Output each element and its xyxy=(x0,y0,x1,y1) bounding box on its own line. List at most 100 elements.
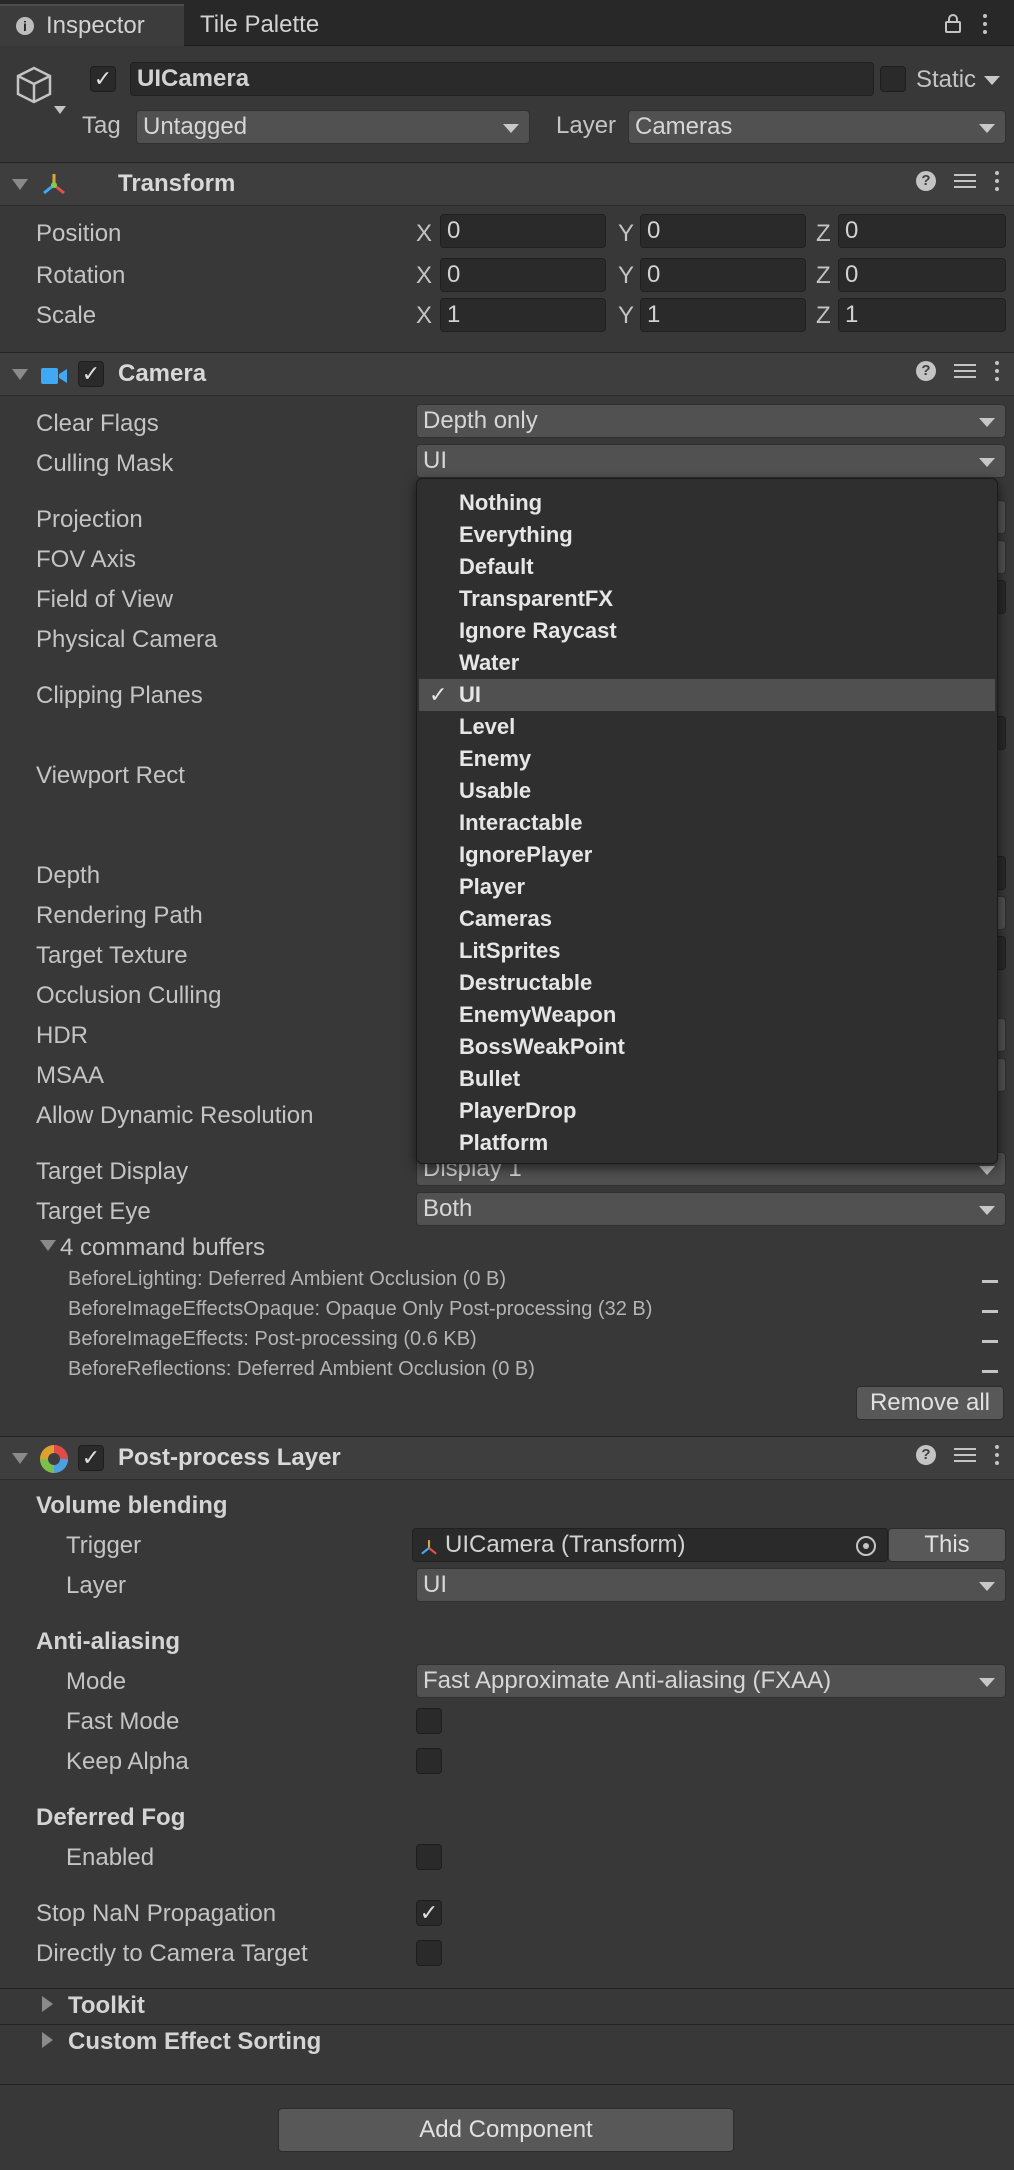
axis-z-label: Z xyxy=(816,262,831,289)
static-label[interactable]: Static xyxy=(916,66,976,94)
help-icon[interactable]: ? xyxy=(916,1445,936,1465)
postprocess-header[interactable]: ✓ Post-process Layer ? xyxy=(0,1436,1014,1480)
remove-all-button[interactable]: Remove all xyxy=(856,1386,1004,1420)
tab-inspector-label: Inspector xyxy=(46,12,145,39)
menu-item-default[interactable]: Default xyxy=(419,551,995,583)
menu-item-bullet[interactable]: Bullet xyxy=(419,1063,995,1095)
culling-mask-value: UI xyxy=(423,447,447,474)
custom-effect-sorting-heading[interactable]: Custom Effect Sorting xyxy=(68,2028,321,2056)
tab-inspector[interactable]: i Inspector xyxy=(0,4,184,46)
trigger-object-field[interactable]: UICamera (Transform) xyxy=(412,1528,888,1562)
command-buffers-title[interactable]: 4 command buffers xyxy=(60,1234,265,1262)
layer-dropdown[interactable]: Cameras xyxy=(628,110,1006,144)
info-icon: i xyxy=(16,17,34,35)
presets-icon[interactable] xyxy=(954,1445,976,1465)
position-z-field[interactable]: 0 xyxy=(838,214,1006,248)
remove-buffer-icon[interactable] xyxy=(982,1370,998,1373)
foldout-icon[interactable] xyxy=(12,179,28,190)
rotation-x-field[interactable]: 0 xyxy=(440,258,606,292)
presets-icon[interactable] xyxy=(954,171,976,191)
help-icon[interactable]: ? xyxy=(916,171,936,191)
clear-flags-dropdown[interactable]: Depth only xyxy=(416,404,1006,438)
static-checkbox[interactable] xyxy=(880,66,906,92)
help-icon[interactable]: ? xyxy=(916,361,936,381)
toolkit-heading[interactable]: Toolkit xyxy=(68,1992,145,2020)
transform-icon xyxy=(40,171,68,206)
menu-item-interactable[interactable]: Interactable xyxy=(419,807,995,839)
object-name-field[interactable]: UICamera xyxy=(130,62,874,96)
component-menu-icon[interactable] xyxy=(994,1445,1000,1465)
menu-item-cameras[interactable]: Cameras xyxy=(419,903,995,935)
lock-icon[interactable] xyxy=(944,12,962,33)
menu-item-destructable[interactable]: Destructable xyxy=(419,967,995,999)
tag-dropdown[interactable]: Untagged xyxy=(136,110,530,144)
menu-item-playerdrop[interactable]: PlayerDrop xyxy=(419,1095,995,1127)
scale-x-field[interactable]: 1 xyxy=(440,298,606,332)
menu-item-platform[interactable]: Platform xyxy=(419,1127,995,1159)
anti-aliasing-heading: Anti-aliasing xyxy=(36,1628,181,1655)
menu-item-level[interactable]: Level xyxy=(419,711,995,743)
directly-to-camera-checkbox[interactable] xyxy=(416,1940,442,1966)
rotation-y-field[interactable]: 0 xyxy=(640,258,806,292)
menu-item-nothing[interactable]: Nothing xyxy=(419,487,995,519)
menu-item-bossweakpoint[interactable]: BossWeakPoint xyxy=(419,1031,995,1063)
remove-buffer-icon[interactable] xyxy=(982,1340,998,1343)
remove-buffer-icon[interactable] xyxy=(982,1280,998,1283)
menu-item-transparentfx[interactable]: TransparentFX xyxy=(419,583,995,615)
tag-label: Tag xyxy=(82,112,121,139)
presets-icon[interactable] xyxy=(954,361,976,381)
tab-menu-icon[interactable] xyxy=(982,14,988,34)
menu-item-ui[interactable]: ✓ UI xyxy=(419,679,995,711)
menu-item-enemy[interactable]: Enemy xyxy=(419,743,995,775)
rendering-path-label: Rendering Path xyxy=(36,902,203,929)
toolkit-foldout-icon[interactable] xyxy=(42,1996,53,2012)
camera-header[interactable]: ✓ Camera ? xyxy=(0,352,1014,396)
foldout-icon[interactable] xyxy=(12,1453,28,1464)
this-button[interactable]: This xyxy=(888,1528,1006,1562)
active-checkbox[interactable]: ✓ xyxy=(90,66,116,92)
command-buffers-foldout-icon[interactable] xyxy=(40,1240,56,1251)
divider xyxy=(0,2024,1014,2025)
position-x-field[interactable]: 0 xyxy=(440,214,606,248)
stop-nan-checkbox[interactable]: ✓ xyxy=(416,1900,442,1926)
foldout-icon[interactable] xyxy=(12,369,28,380)
fog-enabled-checkbox[interactable] xyxy=(416,1844,442,1870)
menu-item-litsprites[interactable]: LitSprites xyxy=(419,935,995,967)
menu-item-everything[interactable]: Everything xyxy=(419,519,995,551)
axis-y-label: Y xyxy=(618,220,635,247)
tab-tile-palette[interactable]: Tile Palette xyxy=(200,4,319,46)
pp-layer-dropdown[interactable]: UI xyxy=(416,1568,1006,1602)
trigger-label: Trigger xyxy=(66,1532,142,1559)
menu-item-ignore-raycast[interactable]: Ignore Raycast xyxy=(419,615,995,647)
command-buffer-item: BeforeImageEffectsOpaque: Opaque Only Po… xyxy=(68,1298,653,1320)
fast-mode-checkbox[interactable] xyxy=(416,1708,442,1734)
scale-z-field[interactable]: 1 xyxy=(838,298,1006,332)
scale-label: Scale xyxy=(36,302,97,329)
remove-buffer-icon[interactable] xyxy=(982,1310,998,1313)
add-component-button[interactable]: Add Component xyxy=(278,2108,734,2152)
component-menu-icon[interactable] xyxy=(994,171,1000,191)
menu-item-water[interactable]: Water xyxy=(419,647,995,679)
keep-alpha-checkbox[interactable] xyxy=(416,1748,442,1774)
transform-header[interactable]: Transform ? xyxy=(0,162,1014,206)
menu-item-usable[interactable]: Usable xyxy=(419,775,995,807)
menu-item-enemyweapon[interactable]: EnemyWeapon xyxy=(419,999,995,1031)
position-y-field[interactable]: 0 xyxy=(640,214,806,248)
target-eye-dropdown[interactable]: Both xyxy=(416,1192,1006,1226)
trigger-value: UICamera (Transform) xyxy=(445,1531,686,1558)
object-picker-icon[interactable] xyxy=(856,1536,876,1556)
postprocess-icon xyxy=(38,1443,70,1482)
scale-y-field[interactable]: 1 xyxy=(640,298,806,332)
aa-mode-dropdown[interactable]: Fast Approximate Anti-aliasing (FXAA) xyxy=(416,1664,1006,1698)
culling-mask-dropdown[interactable]: UI xyxy=(416,444,1006,478)
menu-item-player[interactable]: Player xyxy=(419,871,995,903)
menu-item-ignoreplayer[interactable]: IgnorePlayer xyxy=(419,839,995,871)
transform-icon xyxy=(419,1535,439,1561)
static-dropdown-icon[interactable] xyxy=(984,76,1000,85)
camera-enabled-checkbox[interactable]: ✓ xyxy=(78,361,104,387)
rotation-z-field[interactable]: 0 xyxy=(838,258,1006,292)
camera-icon xyxy=(40,365,68,393)
custom-effect-sorting-foldout-icon[interactable] xyxy=(42,2032,53,2048)
postprocess-enabled-checkbox[interactable]: ✓ xyxy=(78,1445,104,1471)
component-menu-icon[interactable] xyxy=(994,361,1000,381)
